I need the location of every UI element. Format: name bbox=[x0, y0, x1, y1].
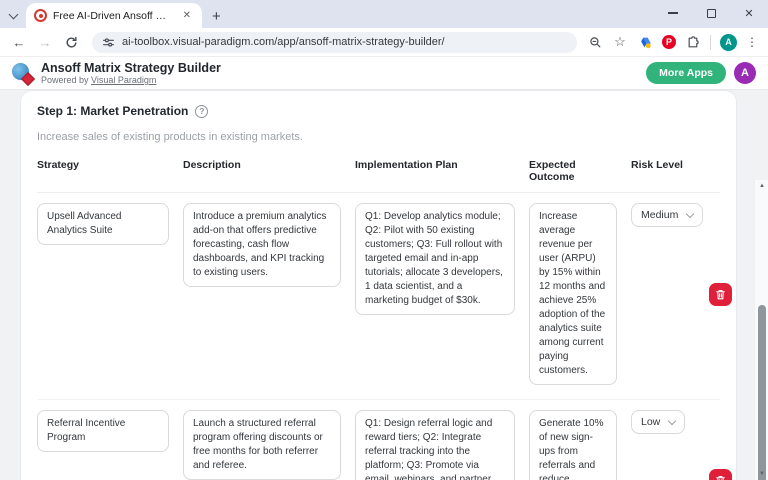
help-icon[interactable]: ? bbox=[195, 105, 208, 118]
tab-strip: Free AI-Driven Ansoff Matrix St ✕ + ✕ bbox=[0, 0, 768, 28]
tab-search-button[interactable] bbox=[0, 4, 26, 28]
chevron-down-icon bbox=[686, 209, 694, 217]
step-subtitle: Increase sales of existing products in e… bbox=[37, 131, 720, 143]
risk-level-select[interactable]: Medium bbox=[631, 203, 703, 227]
column-header-description: Description bbox=[183, 159, 341, 171]
strategy-input[interactable]: Referral Incentive Program bbox=[37, 410, 169, 452]
browser-menu-icon[interactable]: ⋮ bbox=[746, 35, 758, 49]
scroll-up-icon[interactable]: ▲ bbox=[755, 180, 768, 192]
expected-outcome-input[interactable]: Generate 10% of new sign-ups from referr… bbox=[529, 410, 617, 480]
drive-extension-icon[interactable] bbox=[637, 34, 653, 50]
chevron-down-icon bbox=[668, 416, 676, 424]
scrollbar-thumb[interactable] bbox=[758, 305, 766, 480]
vertical-scrollbar[interactable]: ▲ ▼ bbox=[754, 180, 768, 480]
maximize-icon bbox=[707, 9, 716, 18]
new-tab-button[interactable]: + bbox=[202, 8, 231, 28]
extensions-icon[interactable] bbox=[685, 34, 701, 50]
risk-level-value: Low bbox=[641, 416, 660, 428]
delete-row-button[interactable] bbox=[709, 469, 732, 480]
browser-tab[interactable]: Free AI-Driven Ansoff Matrix St ✕ bbox=[26, 3, 202, 28]
scroll-down-icon[interactable]: ▼ bbox=[755, 468, 768, 480]
url-text: ai-toolbox.visual-paradigm.com/app/ansof… bbox=[122, 36, 445, 48]
table-row: Referral Incentive Program Launch a stru… bbox=[37, 400, 720, 480]
implementation-plan-input[interactable]: Q1: Develop analytics module; Q2: Pilot … bbox=[355, 203, 515, 315]
chevron-down-icon bbox=[8, 10, 18, 20]
column-header-strategy: Strategy bbox=[37, 159, 169, 171]
close-icon: ✕ bbox=[744, 7, 753, 20]
window-controls: ✕ bbox=[654, 0, 768, 26]
trash-icon bbox=[715, 475, 726, 480]
site-favicon-icon bbox=[34, 9, 47, 22]
trash-icon bbox=[715, 289, 726, 300]
implementation-plan-input[interactable]: Q1: Design referral logic and reward tie… bbox=[355, 410, 515, 480]
delete-row-button[interactable] bbox=[709, 283, 732, 306]
column-header-expected-outcome: Expected Outcome bbox=[529, 159, 617, 183]
visual-paradigm-logo-icon bbox=[12, 63, 33, 84]
user-avatar[interactable]: A bbox=[734, 62, 756, 84]
reload-icon bbox=[65, 36, 78, 49]
risk-level-select[interactable]: Low bbox=[631, 410, 685, 434]
site-info-icon bbox=[102, 36, 115, 49]
description-input[interactable]: Introduce a premium analytics add-on tha… bbox=[183, 203, 341, 287]
toolbar-icons: ☆ P A ⋮ bbox=[587, 34, 760, 51]
table-rows: Upsell Advanced Analytics Suite Introduc… bbox=[37, 193, 720, 480]
table-row: Upsell Advanced Analytics Suite Introduc… bbox=[37, 193, 720, 400]
expected-outcome-input[interactable]: Increase average revenue per user (ARPU)… bbox=[529, 203, 617, 385]
zoom-icon[interactable] bbox=[587, 34, 603, 50]
more-apps-button[interactable]: More Apps bbox=[646, 62, 726, 84]
toolbar-divider bbox=[710, 35, 711, 50]
column-header-implementation-plan: Implementation Plan bbox=[355, 159, 515, 171]
step-title: Step 1: Market Penetration bbox=[37, 104, 188, 118]
powered-by: Powered by Visual Paradigm bbox=[41, 75, 221, 85]
browser-profile-avatar[interactable]: A bbox=[720, 34, 737, 51]
strategy-input[interactable]: Upsell Advanced Analytics Suite bbox=[37, 203, 169, 245]
close-window-button[interactable]: ✕ bbox=[730, 0, 768, 26]
content-card: Step 1: Market Penetration ? Increase sa… bbox=[20, 90, 737, 480]
visual-paradigm-link[interactable]: Visual Paradigm bbox=[91, 75, 156, 85]
address-bar[interactable]: ai-toolbox.visual-paradigm.com/app/ansof… bbox=[92, 32, 577, 53]
app-title: Ansoff Matrix Strategy Builder bbox=[41, 61, 221, 75]
pinterest-icon[interactable]: P bbox=[662, 35, 676, 49]
bookmark-star-icon[interactable]: ☆ bbox=[612, 34, 628, 50]
browser-window: Free AI-Driven Ansoff Matrix St ✕ + ✕ ← … bbox=[0, 0, 768, 480]
browser-toolbar: ← → ai-toolbox.visual-paradigm.com/app/a… bbox=[0, 28, 768, 57]
maximize-button[interactable] bbox=[692, 0, 730, 26]
back-button[interactable]: ← bbox=[8, 31, 30, 53]
tab-close-icon[interactable]: ✕ bbox=[180, 9, 194, 22]
minimize-button[interactable] bbox=[654, 0, 692, 26]
table-header: Strategy Description Implementation Plan… bbox=[37, 159, 720, 193]
app-header: Ansoff Matrix Strategy Builder Powered b… bbox=[0, 57, 768, 90]
forward-button[interactable]: → bbox=[34, 31, 56, 53]
minimize-icon bbox=[668, 12, 678, 13]
risk-level-value: Medium bbox=[641, 209, 678, 221]
description-input[interactable]: Launch a structured referral program off… bbox=[183, 410, 341, 480]
tab-title: Free AI-Driven Ansoff Matrix St bbox=[53, 10, 174, 22]
reload-button[interactable] bbox=[60, 31, 82, 53]
column-header-risk-level: Risk Level bbox=[631, 159, 695, 171]
page-background: Step 1: Market Penetration ? Increase sa… bbox=[0, 90, 768, 480]
